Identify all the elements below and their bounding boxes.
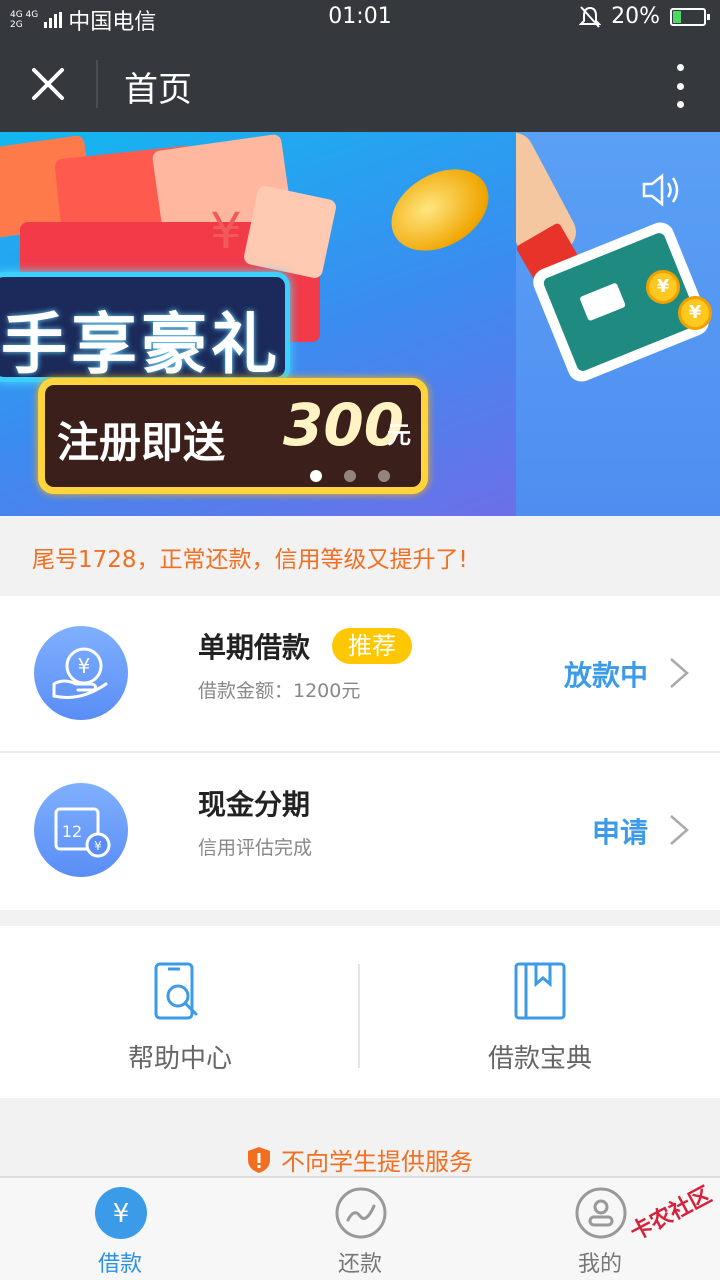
offer-amount: 300 — [283, 391, 405, 459]
help-center-label: 帮助中心 — [127, 1044, 232, 1074]
banner-headline: 手享豪礼 — [1, 306, 281, 383]
loan-title: 单期借款 — [198, 631, 311, 664]
coin-icon: ¥ — [678, 296, 712, 330]
tab-borrow[interactable]: ¥ 借款 — [0, 1178, 240, 1280]
carousel-dot[interactable] — [378, 470, 390, 482]
shield-icon — [248, 1147, 270, 1173]
svg-text:12: 12 — [62, 822, 82, 841]
student-notice-text: 不向学生提供服务 — [281, 1148, 473, 1176]
user-icon — [575, 1187, 627, 1239]
loan-item-single-period[interactable]: ¥ 单期借款 推荐 借款金额：1200元 放款中 — [0, 596, 720, 753]
loan-subtitle: 信用评估完成 — [198, 837, 313, 859]
help-center-link[interactable]: 帮助中心 — [0, 926, 360, 1098]
app-header: 首页 — [0, 36, 720, 132]
carousel-dots — [310, 470, 390, 482]
help-links: 帮助中心 借款宝典 — [0, 926, 720, 1098]
offer-unit: 元 — [387, 421, 411, 449]
apply-action[interactable]: 申请 — [592, 811, 648, 851]
coin-icon: ¥ — [646, 270, 680, 304]
svg-text:¥: ¥ — [78, 654, 91, 678]
svg-text:¥: ¥ — [94, 839, 102, 853]
promo-banner[interactable]: ¥ 手享豪礼 注册即送 300 元 ¥ ¥ — [0, 132, 720, 516]
loan-product-list: ¥ 单期借款 推荐 借款金额：1200元 放款中 12 ¥ 现金分期 信用评估完… — [0, 596, 720, 910]
svg-text:¥: ¥ — [113, 1199, 130, 1229]
student-notice: 不向学生提供服务 — [0, 1142, 720, 1177]
loan-guide-label: 借款宝典 — [487, 1044, 592, 1074]
page-title: 首页 — [124, 70, 192, 110]
gold-coin-graphic — [376, 152, 504, 268]
battery-icon — [670, 7, 710, 26]
speaker-icon[interactable] — [640, 172, 682, 208]
phone-search-icon — [154, 962, 198, 1020]
loan-item-installment[interactable]: 12 ¥ 现金分期 信用评估完成 申请 — [0, 753, 720, 910]
close-icon — [32, 68, 64, 100]
calendar-12-yuan-icon: 12 ¥ — [34, 783, 128, 877]
header-divider — [96, 60, 98, 108]
chevron-right-icon — [670, 815, 689, 845]
loan-subtitle: 借款金额：1200元 — [198, 680, 361, 702]
bottom-tab-bar: ¥ 借款 还款 我的 — [0, 1176, 720, 1280]
loan-title: 现金分期 — [198, 788, 311, 821]
banner-slide-phone-payment[interactable]: ¥ ¥ — [516, 132, 720, 516]
tab-label: 还款 — [337, 1252, 382, 1277]
bookmark-book-icon — [514, 962, 566, 1020]
hand-coin-icon: ¥ — [34, 626, 128, 720]
chevron-right-icon — [670, 658, 689, 688]
offer-prefix: 注册即送 — [57, 418, 226, 467]
yuan-icon: ¥ — [95, 1187, 147, 1239]
carousel-dot[interactable] — [310, 470, 322, 482]
carousel-dot[interactable] — [344, 470, 356, 482]
bell-muted-icon — [579, 5, 602, 28]
battery-percent: 20% — [611, 4, 660, 29]
tab-repay[interactable]: 还款 — [240, 1178, 480, 1280]
loan-status-action[interactable]: 放款中 — [564, 654, 648, 694]
more-vertical-icon — [676, 64, 684, 71]
yuan-symbol: ¥ — [210, 202, 242, 260]
status-right: 20% — [579, 4, 710, 29]
tab-label: 借款 — [97, 1252, 142, 1277]
banner-headline-sign: 手享豪礼 — [0, 272, 290, 383]
banner-slide-register-bonus[interactable]: ¥ 手享豪礼 注册即送 300 元 — [0, 132, 516, 516]
status-bar: 4G 4G 2G 中国电信 01:01 20% — [0, 0, 720, 36]
recommend-badge: 推荐 — [332, 628, 412, 664]
credit-notice-text: 尾号1728，正常还款，信用等级又提升了! — [32, 547, 468, 573]
more-button[interactable] — [672, 64, 688, 108]
loan-guide-link[interactable]: 借款宝典 — [360, 926, 720, 1098]
tab-label: 我的 — [577, 1252, 622, 1277]
trend-icon — [335, 1187, 387, 1239]
close-button[interactable] — [24, 60, 72, 108]
credit-notice: 尾号1728，正常还款，信用等级又提升了! — [0, 516, 720, 596]
